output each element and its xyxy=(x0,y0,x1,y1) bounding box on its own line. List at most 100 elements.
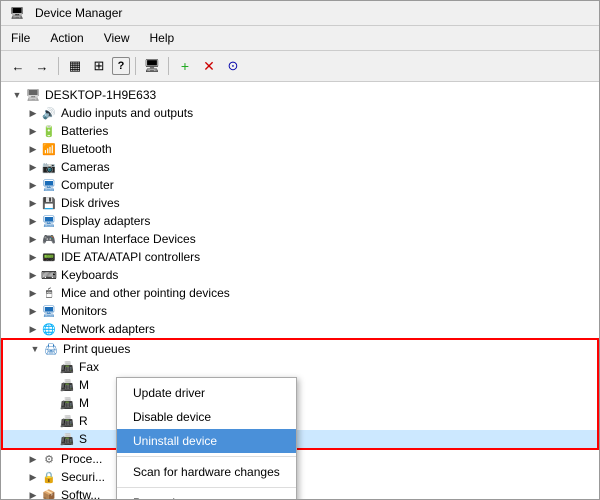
remove-button[interactable]: ✕ xyxy=(198,55,220,77)
rs1-label: R xyxy=(79,414,88,428)
context-menu-uninstall[interactable]: Uninstall device xyxy=(117,429,296,453)
mice-expand[interactable]: ▶ xyxy=(25,285,41,301)
main-content: ▼ 🖥 DESKTOP-1H9E633 ▶ 🔊 Audio inputs and… xyxy=(1,82,599,499)
security-label: Securi... xyxy=(61,470,105,484)
help-button[interactable]: ? xyxy=(112,57,130,75)
tree-item-ide[interactable]: ▶ 📟 IDE ATA/ATAPI controllers xyxy=(1,248,599,266)
audio-label: Audio inputs and outputs xyxy=(61,106,193,120)
toolbar: ← → ▦ ⊞ ? 🖥 + ✕ ⊙ xyxy=(1,51,599,82)
menu-help[interactable]: Help xyxy=(140,28,185,48)
hid-icon: 🎮 xyxy=(41,231,57,247)
monitor-button[interactable]: 🖥 xyxy=(141,55,163,77)
tree-item-audio[interactable]: ▶ 🔊 Audio inputs and outputs xyxy=(1,104,599,122)
tree-item-bluetooth[interactable]: ▶ 📶 Bluetooth xyxy=(1,140,599,158)
computer-label: Computer xyxy=(61,178,114,192)
keyboards-label: Keyboards xyxy=(61,268,118,282)
context-menu-separator xyxy=(117,456,296,457)
tree-item-display[interactable]: ▶ 🖥 Display adapters xyxy=(1,212,599,230)
batteries-expand[interactable]: ▶ xyxy=(25,123,41,139)
root-expand[interactable]: ▼ xyxy=(9,87,25,103)
show-hide-button[interactable]: ▦ xyxy=(64,55,86,77)
hid-expand[interactable]: ▶ xyxy=(25,231,41,247)
audio-icon: 🔊 xyxy=(41,105,57,121)
proc-label: Proce... xyxy=(61,452,102,466)
tree-item-ms2[interactable]: 📠 M xyxy=(3,394,597,412)
tree-item-cameras[interactable]: ▶ 📷 Cameras xyxy=(1,158,599,176)
computer-expand[interactable]: ▶ xyxy=(25,177,41,193)
tree-item-ss1[interactable]: 📠 S xyxy=(3,430,597,448)
cameras-expand[interactable]: ▶ xyxy=(25,159,41,175)
ide-icon: 📟 xyxy=(41,249,57,265)
network-icon: 🌐 xyxy=(41,321,57,337)
monitors-expand[interactable]: ▶ xyxy=(25,303,41,319)
context-menu-scan[interactable]: Scan for hardware changes xyxy=(117,460,296,484)
context-menu-separator-2 xyxy=(117,487,296,488)
batteries-label: Batteries xyxy=(61,124,108,138)
toolbar-separator-1 xyxy=(58,57,59,75)
display-label: Display adapters xyxy=(61,214,150,228)
print-label: Print queues xyxy=(63,342,130,356)
back-button[interactable]: ← xyxy=(7,55,29,77)
tree-item-computer[interactable]: ▶ 🖥 Computer xyxy=(1,176,599,194)
tree-item-proc[interactable]: ▶ ⚙ Proce... xyxy=(1,450,599,468)
tree-item-software[interactable]: ▶ 📦 Softw... xyxy=(1,486,599,499)
print-queues-section: ▼ 🖨 Print queues 📠 Fax 📠 M xyxy=(1,338,599,450)
tree-root[interactable]: ▼ 🖥 DESKTOP-1H9E633 xyxy=(1,86,599,104)
ms1-expand xyxy=(43,377,59,393)
fax-icon: 📠 xyxy=(59,359,75,375)
tree-item-ms1[interactable]: 📠 M xyxy=(3,376,597,394)
ms1-label: M xyxy=(79,378,89,392)
ss1-expand xyxy=(43,431,59,447)
display-expand[interactable]: ▶ xyxy=(25,213,41,229)
forward-button[interactable]: → xyxy=(31,55,53,77)
menu-view[interactable]: View xyxy=(94,28,140,48)
window-title: Device Manager xyxy=(35,6,122,20)
cameras-label: Cameras xyxy=(61,160,110,174)
audio-expand[interactable]: ▶ xyxy=(25,105,41,121)
rs1-expand xyxy=(43,413,59,429)
ms2-expand xyxy=(43,395,59,411)
ide-expand[interactable]: ▶ xyxy=(25,249,41,265)
tree-item-network[interactable]: ▶ 🌐 Network adapters xyxy=(1,320,599,338)
print-expand[interactable]: ▼ xyxy=(27,341,43,357)
cameras-icon: 📷 xyxy=(41,159,57,175)
bluetooth-expand[interactable]: ▶ xyxy=(25,141,41,157)
monitors-icon: 🖥 xyxy=(41,303,57,319)
keyboards-expand[interactable]: ▶ xyxy=(25,267,41,283)
window-icon: 🖥 xyxy=(9,5,25,21)
disk-icon: 💾 xyxy=(41,195,57,211)
security-expand[interactable]: ▶ xyxy=(25,469,41,485)
software-expand[interactable]: ▶ xyxy=(25,487,41,499)
software-label: Softw... xyxy=(61,488,100,499)
tree-item-fax[interactable]: 📠 Fax xyxy=(3,358,597,376)
context-menu-update[interactable]: Update driver xyxy=(117,381,296,405)
tree-item-monitors[interactable]: ▶ 🖥 Monitors xyxy=(1,302,599,320)
tree-item-hid[interactable]: ▶ 🎮 Human Interface Devices xyxy=(1,230,599,248)
tree-item-mice[interactable]: ▶ 🖱 Mice and other pointing devices xyxy=(1,284,599,302)
update-button[interactable]: ⊙ xyxy=(222,55,244,77)
fax-expand xyxy=(43,359,59,375)
tree-item-rs1[interactable]: 📠 R xyxy=(3,412,597,430)
ss1-icon: 📠 xyxy=(59,431,75,447)
tree-item-batteries[interactable]: ▶ 🔋 Batteries xyxy=(1,122,599,140)
context-menu-properties[interactable]: Properties xyxy=(117,491,296,499)
properties-button[interactable]: ⊞ xyxy=(88,55,110,77)
menu-action[interactable]: Action xyxy=(40,28,93,48)
tree-item-keyboards[interactable]: ▶ ⌨ Keyboards xyxy=(1,266,599,284)
bluetooth-icon: 📶 xyxy=(41,141,57,157)
add-button[interactable]: + xyxy=(174,55,196,77)
tree-item-security[interactable]: ▶ 🔒 Securi... xyxy=(1,468,599,486)
menu-bar: File Action View Help xyxy=(1,26,599,51)
context-menu: Update driver Disable device Uninstall d… xyxy=(116,377,297,499)
context-menu-disable[interactable]: Disable device xyxy=(117,405,296,429)
proc-expand[interactable]: ▶ xyxy=(25,451,41,467)
disk-expand[interactable]: ▶ xyxy=(25,195,41,211)
disk-label: Disk drives xyxy=(61,196,120,210)
menu-file[interactable]: File xyxy=(1,28,40,48)
toolbar-separator-3 xyxy=(168,57,169,75)
monitors-label: Monitors xyxy=(61,304,107,318)
tree-item-print[interactable]: ▼ 🖨 Print queues xyxy=(3,340,597,358)
tree-item-disk[interactable]: ▶ 💾 Disk drives xyxy=(1,194,599,212)
proc-icon: ⚙ xyxy=(41,451,57,467)
network-expand[interactable]: ▶ xyxy=(25,321,41,337)
